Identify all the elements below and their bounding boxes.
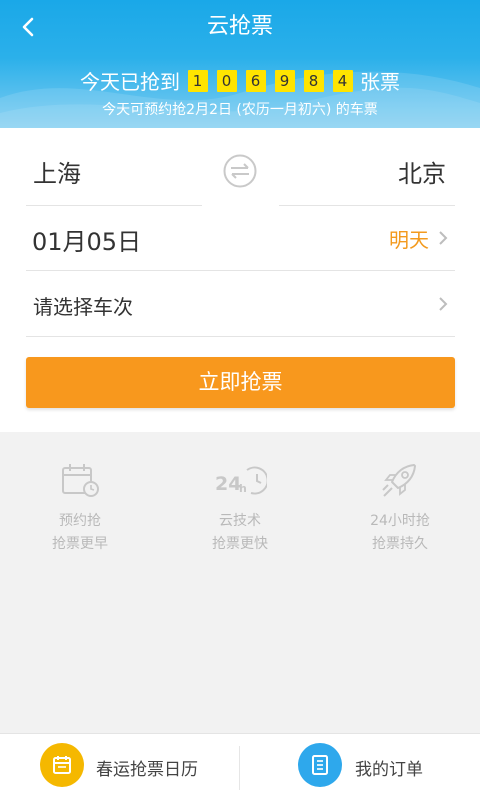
order-list-icon bbox=[298, 743, 342, 787]
swap-stations-button[interactable] bbox=[222, 153, 258, 189]
calendar-tab[interactable]: 春运抢票日历 bbox=[0, 734, 239, 800]
ticket-counter: 今天已抢到 1 0 6 9 8 4 张票 bbox=[0, 66, 480, 95]
feature-list: 预约抢 抢票更早 24 h 云技术 抢票更快 24小时抢 抢票持久 bbox=[0, 462, 480, 562]
calendar-icon bbox=[40, 743, 84, 787]
page-title: 云抢票 bbox=[206, 14, 273, 39]
feature-item: 预约抢 抢票更早 bbox=[0, 462, 160, 556]
bottom-nav: 春运抢票日历 我的订单 bbox=[0, 733, 480, 800]
date-hint: 明天 bbox=[389, 228, 429, 252]
grab-ticket-button[interactable]: 立即抢票 bbox=[26, 357, 455, 408]
swap-icon bbox=[223, 154, 257, 188]
from-station[interactable]: 上海 bbox=[33, 154, 81, 189]
feature-title: 云技术 bbox=[219, 513, 261, 529]
calendar-clock-icon bbox=[62, 464, 99, 497]
orders-tab-label: 我的订单 bbox=[355, 760, 423, 780]
feature-subtitle: 抢票更快 bbox=[212, 536, 268, 552]
counter-digit: 1 bbox=[187, 69, 208, 92]
feature-item: 24 h 云技术 抢票更快 bbox=[160, 462, 320, 556]
counter-digit: 9 bbox=[274, 69, 295, 92]
counter-digit: 4 bbox=[332, 69, 353, 92]
train-selector[interactable]: 请选择车次 bbox=[26, 271, 455, 337]
chevron-right-icon bbox=[439, 231, 448, 245]
travel-date: 01月05日 bbox=[32, 228, 142, 256]
booking-window-note: 今天可预约抢2月2日 (农历一月初六) 的车票 bbox=[102, 102, 378, 118]
svg-text:h: h bbox=[239, 482, 247, 495]
svg-text:24: 24 bbox=[215, 473, 241, 495]
train-placeholder: 请选择车次 bbox=[33, 295, 133, 319]
feature-title: 预约抢 bbox=[59, 513, 101, 529]
date-selector[interactable]: 01月05日 明天 bbox=[26, 205, 455, 271]
24h-icon: 24 h bbox=[215, 466, 267, 495]
feature-subtitle: 抢票更早 bbox=[52, 536, 108, 552]
counter-suffix: 张票 bbox=[360, 70, 400, 94]
chevron-right-icon bbox=[439, 297, 448, 311]
rocket-icon bbox=[382, 464, 416, 497]
counter-digit: 0 bbox=[216, 69, 237, 92]
feature-item: 24小时抢 抢票持久 bbox=[320, 462, 480, 556]
feature-title: 24小时抢 bbox=[370, 513, 430, 529]
calendar-tab-label: 春运抢票日历 bbox=[96, 760, 198, 780]
header: 云抢票 今天已抢到 1 0 6 9 8 4 张票 今天可预约抢2月2日 (农历一… bbox=[0, 0, 480, 128]
feature-subtitle: 抢票持久 bbox=[372, 536, 428, 552]
counter-prefix: 今天已抢到 bbox=[80, 70, 180, 94]
counter-digit: 8 bbox=[303, 69, 324, 92]
to-station[interactable]: 北京 bbox=[398, 154, 446, 189]
counter-digit: 6 bbox=[245, 69, 266, 92]
orders-tab[interactable]: 我的订单 bbox=[240, 734, 479, 800]
search-form: 上海 北京 01月05日 明天 请选择车次 立即抢票 bbox=[0, 128, 480, 432]
